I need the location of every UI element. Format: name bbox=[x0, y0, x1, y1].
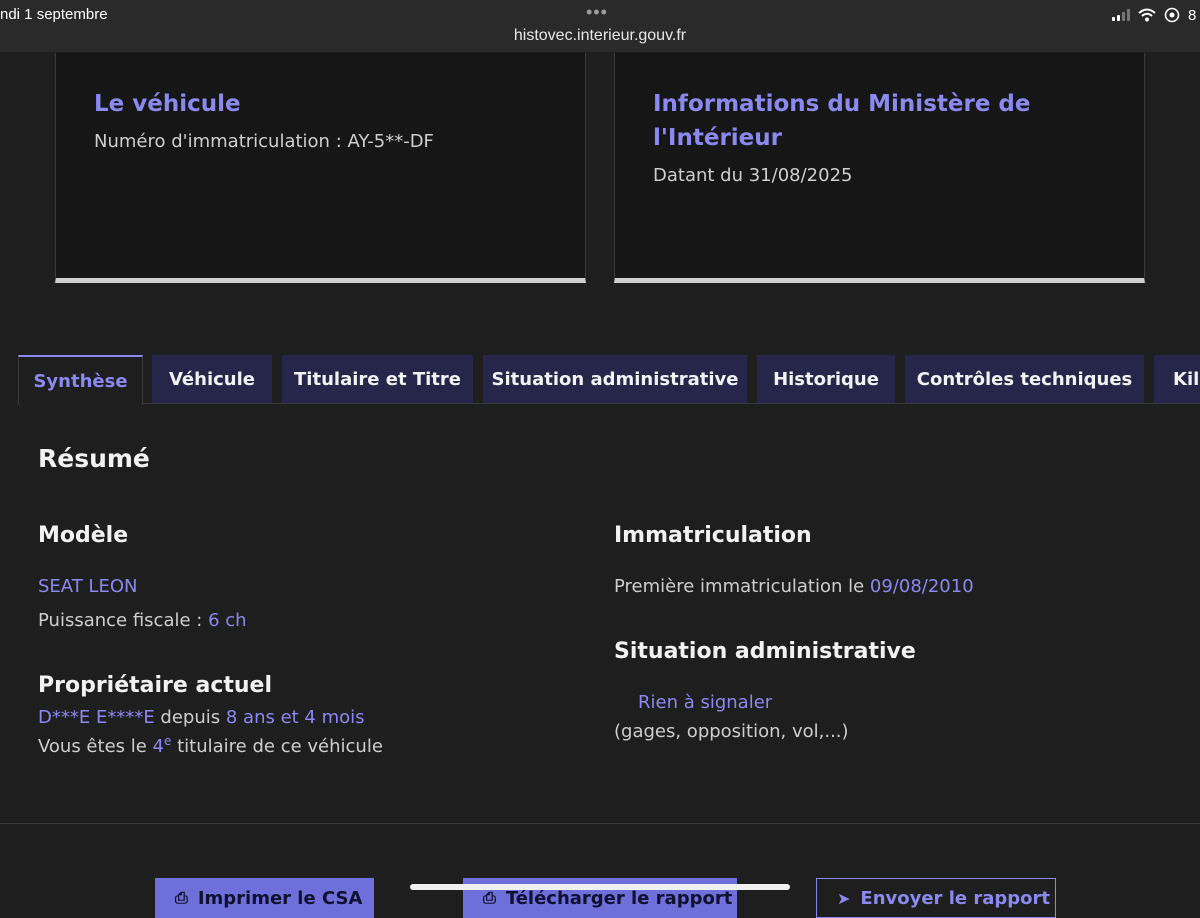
vehicle-card-title: Le véhicule bbox=[94, 91, 241, 117]
ministry-card: Informations du Ministère de l'Intérieur… bbox=[614, 53, 1145, 283]
tab-historique[interactable]: Historique bbox=[757, 355, 895, 403]
print-csa-button[interactable]: ⎙ Imprimer le CSA bbox=[155, 878, 374, 918]
cellular-signal-icon bbox=[1112, 9, 1130, 21]
first-registration-label: Première immatriculation le bbox=[614, 576, 870, 597]
owner-since-label: depuis bbox=[154, 707, 226, 728]
print-csa-label: Imprimer le CSA bbox=[197, 887, 363, 909]
ministry-card-title: Informations du Ministère de l'Intérieur bbox=[653, 87, 1053, 155]
admin-situation-heading: Situation administrative bbox=[614, 639, 916, 664]
fiscal-power-value: 6 ch bbox=[208, 610, 247, 631]
owner-name: D***E E****E bbox=[38, 707, 155, 728]
home-indicator[interactable] bbox=[410, 884, 790, 890]
fiscal-power-label: Puissance fiscale : bbox=[38, 610, 209, 631]
status-icons: 8 bbox=[1112, 6, 1200, 24]
tab-controles-techniques[interactable]: Contrôles techniques bbox=[905, 355, 1144, 403]
owner-since-value: 8 ans et 4 mois bbox=[225, 707, 365, 728]
fiscal-power: Puissance fiscale : 6 ch bbox=[38, 610, 247, 631]
vehicle-plate: Numéro d'immatriculation : AY-5**-DF bbox=[94, 131, 434, 152]
owner-line: D***E E****E depuis 8 ans et 4 mois bbox=[38, 707, 365, 728]
owner-heading: Propriétaire actuel bbox=[38, 673, 273, 698]
synthese-panel: Résumé Modèle SEAT LEON Puissance fiscal… bbox=[0, 404, 1200, 824]
vehicle-card: Le véhicule Numéro d'immatriculation : A… bbox=[55, 53, 586, 283]
download-report-label: Télécharger le rapport bbox=[505, 887, 733, 909]
ministry-title-line1: Informations du Ministère de bbox=[653, 91, 1031, 117]
print-icon: ⎙ bbox=[175, 888, 188, 907]
address-bar-url[interactable]: histovec.interieur.gouv.fr bbox=[0, 27, 1200, 45]
first-registration-date: 09/08/2010 bbox=[869, 576, 974, 597]
owner-rank-prefix: Vous êtes le bbox=[38, 736, 153, 757]
browser-status-bar: ndi 1 septembre ••• histovec.interieur.g… bbox=[0, 0, 1200, 52]
owner-rank-number: 4 bbox=[152, 736, 164, 757]
tab-kilometrage[interactable]: Kilo bbox=[1154, 355, 1200, 403]
wifi-icon bbox=[1138, 8, 1156, 22]
tab-synthese[interactable]: Synthèse bbox=[18, 355, 143, 405]
model-heading: Modèle bbox=[38, 523, 129, 548]
send-icon: ➤ bbox=[837, 888, 851, 908]
first-registration: Première immatriculation le 09/08/2010 bbox=[614, 576, 974, 597]
send-report-button[interactable]: ➤ Envoyer le rapport bbox=[816, 878, 1056, 918]
owner-rank-suffix: titulaire de ce véhicule bbox=[171, 736, 383, 757]
model-name: SEAT LEON bbox=[38, 576, 138, 597]
registration-heading: Immatriculation bbox=[614, 523, 812, 548]
status-date: ndi 1 septembre bbox=[0, 6, 108, 23]
admin-note: (gages, opposition, vol,...) bbox=[614, 721, 849, 742]
ministry-title-line2: l'Intérieur bbox=[653, 125, 782, 151]
tab-vehicule[interactable]: Véhicule bbox=[152, 355, 272, 403]
tab-situation-administrative[interactable]: Situation administrative bbox=[483, 355, 747, 403]
more-icon[interactable]: ••• bbox=[586, 2, 608, 23]
battery-percentage: 8 bbox=[1188, 6, 1197, 24]
send-report-label: Envoyer le rapport bbox=[860, 887, 1050, 909]
admin-status: Rien à signaler bbox=[638, 692, 773, 713]
tab-bar: Synthèse Véhicule Titulaire et Titre Sit… bbox=[0, 355, 1200, 405]
location-icon bbox=[1164, 7, 1180, 23]
summary-heading: Résumé bbox=[38, 444, 150, 473]
owner-rank: Vous êtes le 4e titulaire de ce véhicule bbox=[38, 735, 383, 757]
download-icon: ⎙ bbox=[483, 888, 496, 907]
tab-titulaire[interactable]: Titulaire et Titre bbox=[282, 355, 473, 403]
ministry-date: Datant du 31/08/2025 bbox=[653, 165, 853, 186]
